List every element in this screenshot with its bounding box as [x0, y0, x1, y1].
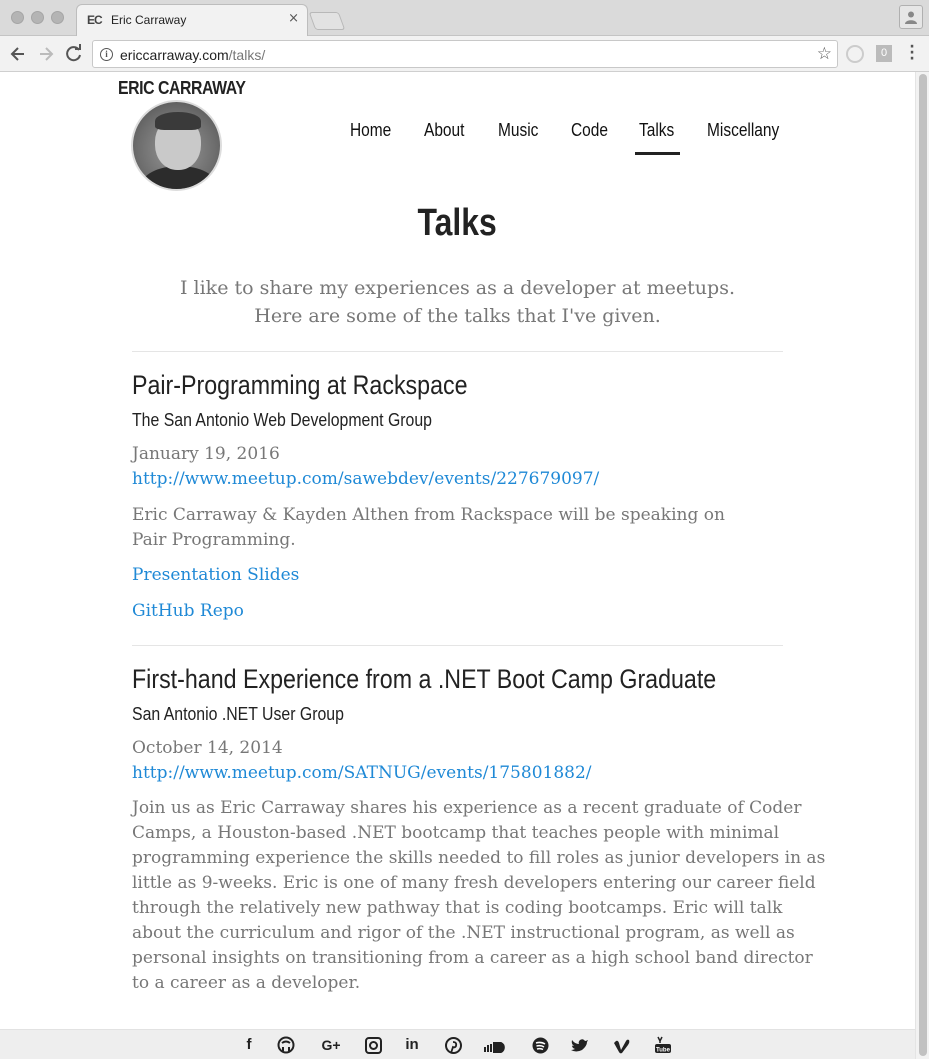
divider — [132, 645, 783, 646]
pinterest-icon[interactable] — [441, 1035, 465, 1055]
nav-active-indicator — [635, 152, 680, 155]
browser-tab[interactable]: EC Eric Carraway × — [76, 4, 308, 36]
description-line: through the relatively new pathway that … — [132, 898, 783, 918]
avatar — [131, 100, 222, 191]
extension-icon[interactable] — [846, 45, 864, 63]
description-line: Pair Programming. — [132, 530, 296, 550]
bookmark-star-icon[interactable]: ☆ — [817, 44, 832, 64]
new-tab-button[interactable] — [308, 12, 346, 30]
site-name[interactable]: ERIC CARRAWAY — [118, 78, 246, 99]
meetup-link[interactable]: http://www.meetup.com/sawebdev/events/22… — [132, 469, 599, 489]
spotify-icon[interactable] — [528, 1035, 552, 1055]
github-repo-link[interactable]: GitHub Repo — [132, 601, 244, 621]
talk-title: First-hand Experience from a .NET Boot C… — [132, 664, 717, 694]
page-viewport: ERIC CARRAWAY Home About Music Code Talk… — [0, 72, 915, 1059]
description-line: personal insights on transitioning from … — [132, 948, 813, 968]
presentation-slides-link[interactable]: Presentation Slides — [132, 565, 299, 585]
description-line: little as 9-weeks. Eric is one of many f… — [132, 873, 816, 893]
talk-date: January 19, 2016 — [132, 444, 280, 464]
google-plus-icon[interactable]: G+ — [316, 1035, 346, 1055]
description-line: Join us as Eric Carraway shares his expe… — [132, 798, 802, 818]
profile-icon[interactable] — [899, 5, 923, 29]
window-zoom-button[interactable] — [51, 11, 64, 24]
talk-title: Pair-Programming at Rackspace — [132, 370, 468, 400]
forward-arrow-icon[interactable] — [36, 44, 56, 64]
talk-description: Join us as Eric Carraway shares his expe… — [132, 796, 825, 996]
footer-social-bar: f G+ in Tube — [0, 1029, 915, 1059]
twitter-icon[interactable] — [568, 1035, 592, 1055]
page-title: Talks — [417, 202, 498, 244]
instagram-icon[interactable] — [361, 1035, 385, 1055]
site-info-icon[interactable]: i — [100, 48, 113, 61]
page-scrollbar[interactable] — [915, 72, 929, 1059]
description-line: about the curriculum and rigor of the .N… — [132, 923, 795, 943]
intro-line: Here are some of the talks that I've giv… — [254, 305, 661, 327]
nav-talks[interactable]: Talks — [639, 120, 674, 141]
url-domain: ericcarraway.com — [120, 47, 229, 63]
description-line: to a career as a developer. — [132, 973, 361, 993]
url-path: /talks/ — [228, 47, 266, 63]
intro-line: I like to share my experiences as a deve… — [179, 277, 735, 299]
meetup-link[interactable]: http://www.meetup.com/SATNUG/events/1758… — [132, 763, 592, 783]
nav-code[interactable]: Code — [571, 120, 608, 141]
page-intro: I like to share my experiences as a deve… — [0, 274, 915, 330]
facebook-icon[interactable]: f — [237, 1035, 261, 1055]
tab-close-icon[interactable]: × — [288, 11, 299, 26]
youtube-icon[interactable]: Tube — [651, 1035, 675, 1055]
nav-home[interactable]: Home — [350, 120, 391, 141]
browser-menu-icon[interactable]: · · · — [906, 40, 918, 66]
description-line: Eric Carraway & Kayden Althen from Racks… — [132, 505, 725, 525]
window-close-button[interactable] — [11, 11, 24, 24]
url-text: ericcarraway.com/talks/ — [120, 47, 265, 63]
description-line: Camps, a Houston-based .NET bootcamp tha… — [132, 823, 780, 843]
tab-title: Eric Carraway — [111, 13, 187, 27]
talk-description: Eric Carraway & Kayden Althen from Racks… — [132, 503, 725, 553]
talk-date: October 14, 2014 — [132, 738, 283, 758]
scrollbar-thumb[interactable] — [919, 74, 927, 1056]
extension-badge-icon[interactable]: 0 — [876, 45, 892, 62]
nav-about[interactable]: About — [424, 120, 464, 141]
talk-group: San Antonio .NET User Group — [132, 704, 344, 724]
linkedin-icon[interactable]: in — [400, 1035, 424, 1055]
svg-text:Tube: Tube — [656, 1048, 671, 1054]
tab-favicon-icon: EC — [87, 13, 103, 27]
github-icon[interactable] — [274, 1035, 298, 1055]
browser-toolbar: i ericcarraway.com/talks/ ☆ 0 · · · — [0, 36, 929, 72]
vimeo-icon[interactable] — [610, 1035, 634, 1055]
divider — [132, 351, 783, 352]
window-minimize-button[interactable] — [31, 11, 44, 24]
back-arrow-icon[interactable] — [8, 44, 28, 64]
reload-icon[interactable] — [64, 44, 84, 64]
address-bar[interactable]: i ericcarraway.com/talks/ ☆ — [92, 40, 838, 68]
soundcloud-icon[interactable] — [482, 1035, 510, 1055]
browser-tab-strip: EC Eric Carraway × — [0, 0, 929, 36]
description-line: programming experience the skills needed… — [132, 848, 826, 868]
talk-group: The San Antonio Web Development Group — [132, 410, 432, 430]
nav-miscellany[interactable]: Miscellany — [707, 120, 779, 141]
nav-music[interactable]: Music — [498, 120, 538, 141]
